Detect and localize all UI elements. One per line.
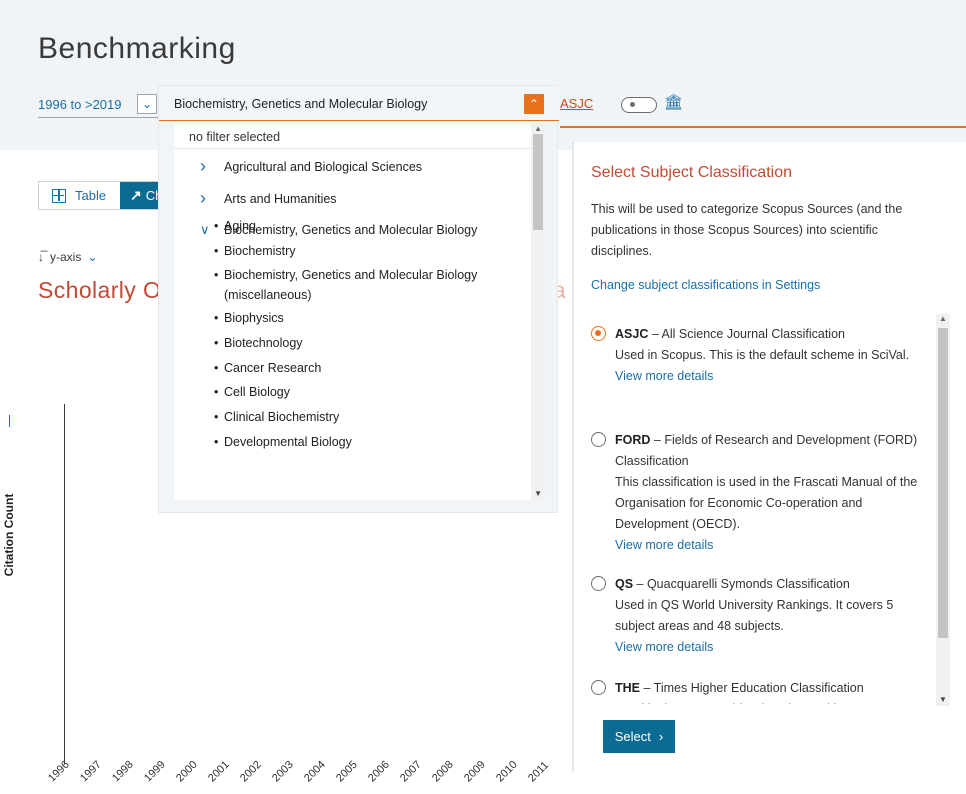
institution-icon[interactable]: 🏛 <box>664 94 683 112</box>
line-chart-icon: ↗ <box>130 187 142 203</box>
x-tick-label: 2004 <box>302 758 328 785</box>
subject-item[interactable]: Biophysics <box>214 308 524 328</box>
x-tick-label: 2002 <box>238 758 264 785</box>
option-detail: Used in the THE World University Ranking… <box>615 699 925 704</box>
y-axis-selector[interactable]: ↓̅ y-axis ⌄ <box>38 250 97 264</box>
subject-dropdown-header[interactable]: Biochemistry, Genetics and Molecular Bio… <box>159 86 559 121</box>
option-name: – All Science Journal Classification <box>648 327 845 341</box>
x-tick-label: 2010 <box>494 758 520 785</box>
page-title: Benchmarking <box>38 32 236 65</box>
subject-item[interactable]: Biochemistry, Genetics and Molecular Bio… <box>214 265 524 305</box>
scroll-down-icon[interactable]: ▼ <box>534 489 542 498</box>
y-axis-title: Citation Count <box>2 493 16 577</box>
table-view-label: Table <box>75 188 107 203</box>
subject-item[interactable]: Clinical Biochemistry <box>214 407 524 427</box>
subject-item[interactable]: Cell Biology <box>214 382 524 402</box>
x-tick-label: 2000 <box>174 758 200 785</box>
year-range-underline <box>38 117 158 118</box>
panel-description: This will be used to categorize Scopus S… <box>591 202 903 258</box>
radio-button[interactable] <box>591 326 606 341</box>
institution-toggle[interactable] <box>621 97 657 113</box>
x-tick-label: 2007 <box>398 758 424 785</box>
left-edge-marker <box>9 415 10 427</box>
chevron-right-icon: › <box>200 188 206 208</box>
x-tick-label: 2006 <box>366 758 392 785</box>
year-range-selector[interactable]: 1996 to >2019 <box>38 97 122 112</box>
category-label: Agricultural and Biological Sciences <box>224 159 423 174</box>
option-name: – Quacquarelli Symonds Classification <box>633 577 850 591</box>
category-item[interactable]: › Arts and Humanities <box>200 188 337 209</box>
subject-item[interactable]: Cancer Research <box>214 358 524 378</box>
scroll-up-icon[interactable]: ▲ <box>534 124 542 133</box>
option-text: QS – Quacquarelli Symonds Classification… <box>615 574 925 658</box>
chevron-down-icon: ⌄ <box>87 250 98 264</box>
panel-indicator-line <box>560 126 966 128</box>
chevron-down-icon: ⌄ <box>141 97 153 111</box>
select-button-label: Select <box>614 729 651 744</box>
scroll-up-icon[interactable]: ▲ <box>939 314 947 323</box>
option-text: FORD – Fields of Research and Developmen… <box>615 430 925 556</box>
option-name: – Times Higher Education Classification <box>640 681 864 695</box>
subject-item[interactable]: Biotechnology <box>214 333 524 353</box>
category-label: Arts and Humanities <box>224 191 337 206</box>
classification-panel: Select Subject Classification This will … <box>574 142 966 772</box>
y-axis-line <box>64 404 65 764</box>
radio-button[interactable] <box>591 680 606 695</box>
view-more-details-link[interactable]: View more details <box>615 535 925 556</box>
x-tick-label: 1998 <box>110 758 136 785</box>
subject-item[interactable]: Aging <box>214 216 524 236</box>
x-tick-label: 2001 <box>206 758 232 785</box>
option-text: ASJC – All Science Journal Classificatio… <box>615 324 925 387</box>
option-detail: Used in Scopus. This is the default sche… <box>615 348 910 362</box>
year-range-dropdown-button[interactable]: ⌄ <box>137 94 157 114</box>
x-tick-label: 2008 <box>430 758 456 785</box>
toggle-knob <box>630 102 635 107</box>
radio-button[interactable] <box>591 576 606 591</box>
option-name: – Fields of Research and Development (FO… <box>615 433 918 468</box>
sort-icon: ↓̅ <box>38 250 44 264</box>
settings-link[interactable]: Change subject classifications in Settin… <box>591 278 820 292</box>
option-text: THE – Times Higher Education Classificat… <box>615 678 925 704</box>
y-axis-label: y-axis <box>50 250 82 264</box>
subject-item[interactable]: Developmental Biology <box>214 432 524 452</box>
chevron-right-icon: › <box>658 729 664 744</box>
x-tick-label: 2009 <box>462 758 488 785</box>
classification-link[interactable]: ASJC <box>560 96 593 111</box>
table-view-button[interactable]: Table <box>39 182 119 209</box>
view-more-details-link[interactable]: View more details <box>615 366 925 387</box>
option-code: QS <box>615 577 634 591</box>
subject-list: no filter selected › Agricultural and Bio… <box>174 124 545 500</box>
select-button[interactable]: Select › <box>603 720 675 753</box>
scroll-thumb[interactable] <box>533 134 543 230</box>
x-tick-label: 2005 <box>334 758 360 785</box>
x-tick-label: 1997 <box>78 758 104 785</box>
radio-button[interactable] <box>591 432 606 447</box>
subject-dropdown-value: Biochemistry, Genetics and Molecular Bio… <box>174 97 428 111</box>
table-icon <box>52 188 66 203</box>
chevron-right-icon: › <box>200 156 206 176</box>
scroll-down-icon[interactable]: ▼ <box>939 695 947 704</box>
x-tick-label: 1999 <box>142 758 168 785</box>
option-code: THE <box>615 681 640 695</box>
x-tick-label: 2011 <box>526 759 552 785</box>
option-detail: This classification is used in the Frasc… <box>615 475 918 531</box>
view-more-details-link[interactable]: View more details <box>615 637 925 658</box>
chevron-up-icon[interactable]: ⌃ <box>524 94 544 114</box>
no-filter-option[interactable]: no filter selected <box>174 124 531 149</box>
scroll-thumb[interactable] <box>938 328 948 638</box>
panel-title: Select Subject Classification <box>591 164 792 181</box>
subject-list-scrollbar[interactable]: ▲ ▼ <box>531 124 545 500</box>
options-scrollbar[interactable]: ▲ ▼ <box>936 314 950 706</box>
option-code: ASJC <box>615 327 649 341</box>
category-item[interactable]: › Agricultural and Biological Sciences <box>200 156 422 177</box>
option-detail: Used in QS World University Rankings. It… <box>615 598 894 633</box>
chart-title: Scholarly Ou <box>38 277 175 303</box>
option-code: FORD <box>615 433 651 447</box>
subject-dropdown: Biochemistry, Genetics and Molecular Bio… <box>158 85 559 513</box>
x-tick-label: 1996 <box>46 758 72 785</box>
x-tick-label: 2003 <box>270 758 296 785</box>
classification-options: ASJC – All Science Journal Classificatio… <box>574 314 952 704</box>
view-toggle: Table ↗ Ch <box>38 181 174 210</box>
subject-item[interactable]: Biochemistry <box>214 241 524 261</box>
